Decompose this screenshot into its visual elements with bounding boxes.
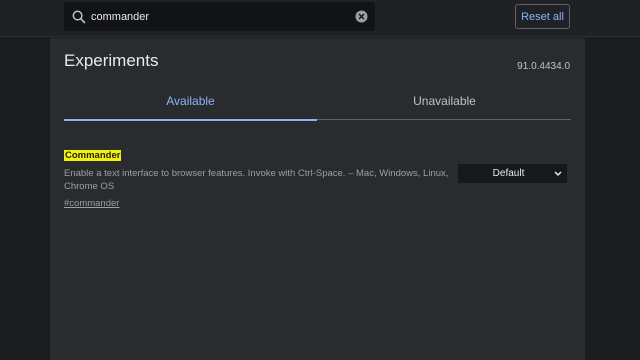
- left-gutter: [0, 38, 50, 360]
- tab-available[interactable]: Available: [64, 82, 317, 121]
- experiment-name: Commander: [64, 150, 122, 161]
- search-input[interactable]: [91, 2, 341, 31]
- experiments-panel: Experiments 91.0.4434.0 Available Unavai…: [50, 38, 585, 360]
- chevron-down-icon: [554, 171, 562, 177]
- select-value: Default: [492, 168, 525, 179]
- experiment-description: Enable a text interface to browser featu…: [64, 168, 449, 192]
- reset-all-button[interactable]: Reset all: [515, 4, 570, 29]
- page-title: Experiments: [64, 51, 159, 70]
- experiment-link[interactable]: #commander: [64, 198, 119, 209]
- top-toolbar: Reset all: [0, 0, 640, 37]
- version-label: 91.0.4434.0: [517, 61, 570, 72]
- experiment-state-select[interactable]: Default: [458, 164, 567, 183]
- search-box[interactable]: [64, 2, 375, 31]
- tab-unavailable[interactable]: Unavailable: [318, 82, 571, 120]
- clear-icon[interactable]: [355, 10, 368, 23]
- tab-bar: Available Unavailable: [64, 82, 571, 121]
- search-icon: [72, 10, 86, 24]
- right-gutter: [585, 38, 640, 360]
